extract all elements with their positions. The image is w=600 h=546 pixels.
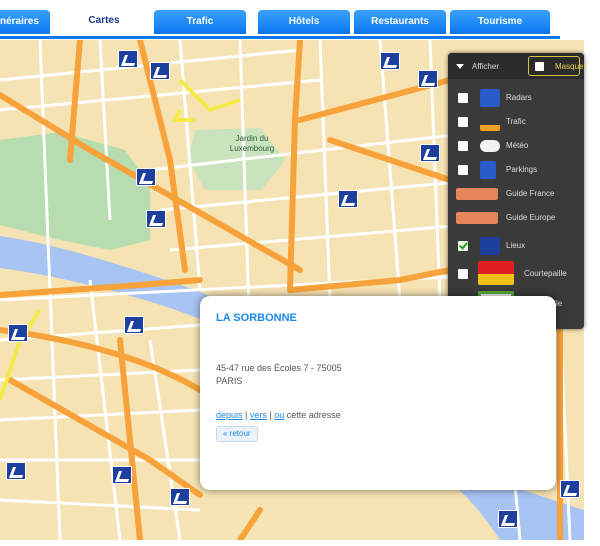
weather-cloud-icon — [480, 140, 500, 152]
main-tab-bar: Itinéraires Cartes Trafic Hôtels Restaur… — [0, 0, 600, 40]
popup-title: LA SORBONNE — [216, 312, 297, 324]
hide-layers-button[interactable]: Masquer — [528, 56, 586, 76]
traffic-cone-icon — [480, 113, 500, 131]
tab-trafic[interactable]: Trafic — [154, 10, 246, 34]
place-marker[interactable] — [146, 210, 166, 228]
layers-dropdown-label: Afficher — [472, 62, 499, 71]
hide-layers-label: Masquer — [555, 62, 587, 71]
place-marker[interactable] — [118, 50, 138, 68]
place-marker[interactable] — [112, 466, 132, 484]
place-marker[interactable] — [8, 324, 28, 342]
layer-label: Guide Europe — [506, 213, 556, 222]
layer-row-meteo[interactable]: Météo — [448, 135, 584, 157]
route-from-link[interactable]: depuis — [216, 410, 243, 420]
layer-row-radars[interactable]: Radars — [448, 87, 584, 109]
layer-checkbox[interactable] — [458, 117, 468, 127]
popup-route-links: depuis | vers | ou cette adresse — [216, 410, 341, 420]
place-marker[interactable] — [338, 190, 358, 208]
layer-label: Parkings — [506, 165, 538, 174]
layer-label: Courtepaille — [524, 269, 567, 278]
layer-row-trafic[interactable]: Trafic — [448, 111, 584, 133]
place-marker[interactable] — [420, 144, 440, 162]
place-marker[interactable] — [560, 480, 580, 498]
tab-cartes[interactable]: Cartes — [58, 9, 150, 35]
radar-icon — [480, 89, 500, 107]
layer-row-guide-europe[interactable]: Guide Europe — [448, 207, 584, 229]
place-marker[interactable] — [136, 168, 156, 186]
guide-france-icon — [456, 188, 498, 200]
layer-checkbox[interactable] — [458, 141, 468, 151]
layer-label: Lieux — [506, 241, 526, 250]
layer-label: Trafic — [506, 117, 526, 126]
parking-icon — [480, 161, 496, 179]
guide-europe-icon — [456, 212, 498, 224]
layer-row-courtepaille[interactable]: Courtepaille — [448, 261, 584, 285]
place-info-popup: LA SORBONNE 45-47 rue des Écoles 7 - 750… — [200, 296, 556, 490]
place-marker[interactable] — [6, 462, 26, 480]
map-layers-panel: Afficher Masquer Radars Trafic Météo Par… — [448, 53, 586, 329]
triangle-down-icon — [456, 64, 464, 70]
courtepaille-logo-icon — [478, 261, 514, 285]
tab-bar-underline — [0, 36, 560, 39]
tab-tourisme[interactable]: Tourisme — [450, 10, 550, 34]
popup-address-line2: PARIS — [216, 376, 243, 386]
layer-checkbox[interactable] — [458, 241, 468, 251]
tab-hotels[interactable]: Hôtels — [258, 10, 350, 34]
layers-dropdown[interactable]: Afficher — [456, 59, 522, 75]
tab-restaurants[interactable]: Restaurants — [354, 10, 446, 34]
place-marker[interactable] — [418, 70, 438, 88]
layer-row-parkings[interactable]: Parkings — [448, 159, 584, 181]
layer-row-guide-france[interactable]: Guide France — [448, 183, 584, 205]
park-label: Jardin du Luxembourg — [229, 134, 275, 153]
route-links-suffix: cette adresse — [286, 410, 341, 420]
popup-back-button[interactable]: « retour — [216, 426, 258, 442]
popup-address-line1: 45-47 rue des Écoles 7 - 75005 — [216, 363, 342, 373]
popup-address: 45-47 rue des Écoles 7 - 75005 PARIS — [216, 362, 342, 388]
route-to-link[interactable]: vers — [250, 410, 267, 420]
hide-layers-checkbox[interactable] — [535, 62, 544, 71]
route-near-link[interactable]: ou — [274, 410, 284, 420]
place-marker[interactable] — [150, 62, 170, 80]
place-marker[interactable] — [498, 510, 518, 528]
layer-row-lieux[interactable]: Lieux — [448, 235, 584, 257]
layer-label: Guide France — [506, 189, 555, 198]
layer-label: Radars — [506, 93, 532, 102]
layer-checkbox[interactable] — [458, 269, 468, 279]
layer-checkbox[interactable] — [458, 93, 468, 103]
map-layers-header: Afficher Masquer — [448, 53, 586, 79]
place-marker-icon — [480, 237, 500, 255]
tab-itineraires[interactable]: Itinéraires — [0, 10, 50, 34]
place-marker[interactable] — [124, 316, 144, 334]
layer-checkbox[interactable] — [458, 165, 468, 175]
layer-label: Météo — [506, 141, 529, 150]
place-marker[interactable] — [170, 488, 190, 506]
place-marker[interactable] — [380, 52, 400, 70]
